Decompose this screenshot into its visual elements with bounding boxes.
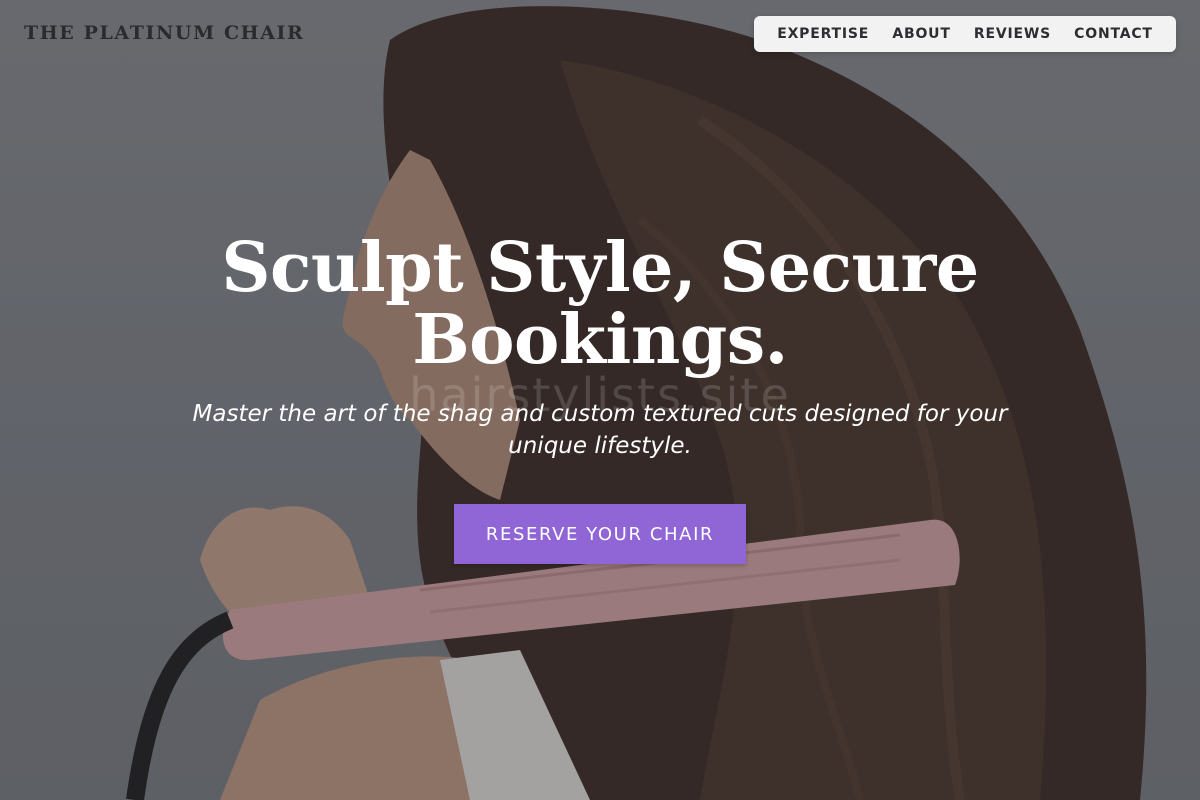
nav-link-contact[interactable]: CONTACT — [1074, 26, 1153, 42]
reserve-chair-button[interactable]: RESERVE YOUR CHAIR — [454, 504, 746, 564]
site-header: THE PLATINUM CHAIR EXPERTISE ABOUT REVIE… — [0, 0, 1200, 68]
nav-link-about[interactable]: ABOUT — [892, 26, 950, 42]
nav-link-expertise[interactable]: EXPERTISE — [777, 26, 869, 42]
hero-title: Sculpt Style, Secure Bookings. — [221, 228, 979, 380]
main-nav: EXPERTISE ABOUT REVIEWS CONTACT — [754, 16, 1176, 52]
nav-link-reviews[interactable]: REVIEWS — [974, 26, 1051, 42]
hero-section: Sculpt Style, Secure Bookings. Master th… — [0, 232, 1200, 564]
hero-subtitle: Master the art of the shag and custom te… — [192, 401, 1008, 459]
site-logo[interactable]: THE PLATINUM CHAIR — [24, 22, 304, 44]
